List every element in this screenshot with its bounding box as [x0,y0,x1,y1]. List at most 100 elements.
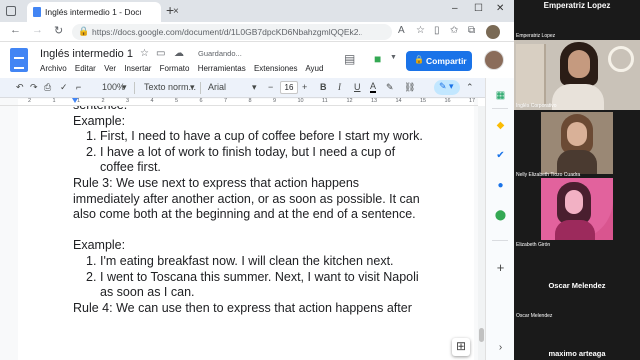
new-tab-button[interactable]: + [166,2,174,18]
maximize-icon[interactable]: ☐ [474,3,483,14]
participant-video-1[interactable] [514,40,640,110]
list-item-text[interactable]: I went to Toscana this summer. Next, I w… [100,270,419,301]
menu-formato[interactable]: Formato [160,64,190,73]
participant-video-3[interactable] [541,178,613,240]
document-canvas[interactable]: sentence.Example:1.First, I need to have… [0,106,478,360]
editing-mode-button[interactable]: ✎ ▾ [434,80,460,95]
style-select[interactable]: Texto norm... [144,82,196,92]
collapse-menus-icon[interactable]: ⌃ [466,82,474,93]
list-item-text[interactable]: I'm eating breakfast now. I will clean t… [100,254,413,270]
person-face [567,122,587,146]
lock-icon[interactable]: 🔒 [78,26,89,37]
document-body[interactable]: sentence.Example:1.First, I need to have… [73,106,423,317]
cloud-sync-icon[interactable]: ☁ [174,48,184,59]
browser-profile-avatar[interactable] [486,25,500,39]
close-window-icon[interactable]: ✕ [496,3,504,14]
bold-button[interactable]: B [320,82,327,92]
maps-icon[interactable]: ⬤ [493,208,508,223]
share-button[interactable]: 🔒 Compartir [406,51,472,71]
menu-archivo[interactable]: Archivo [40,64,67,73]
explore-button[interactable]: ⊞ [452,338,470,356]
forward-icon[interactable]: → [32,24,43,36]
highlight-icon[interactable]: ✎ [386,82,394,93]
list-number: 2. [86,144,97,159]
participant-video-2[interactable] [541,112,613,174]
vertical-scrollbar[interactable] [478,106,485,360]
paragraph-line[interactable]: also come both at the beginning and at t… [73,207,416,223]
menu-ver[interactable]: Ver [104,64,116,73]
insert-link-icon[interactable]: ⛓ [404,82,415,93]
chevron-down-icon[interactable]: ▾ [190,82,195,93]
url-field[interactable]: 🔒 https://docs.google.com/document/d/1L0… [72,24,392,40]
list-item-text[interactable]: I have a lot of work to finish today, bu… [100,145,413,176]
tasks-icon[interactable]: ✔ [493,148,508,163]
italic-button[interactable]: I [338,82,341,92]
reload-icon[interactable]: ↻ [54,24,63,37]
docs-logo-icon[interactable] [10,48,28,72]
paragraph-line[interactable]: Rule 3: We use next to express that acti… [73,176,413,192]
paragraph-line[interactable]: Rule 4: We can use then to express that … [73,301,413,317]
list-item[interactable]: 1. I'm eating breakfast now. I will clean… [73,254,413,270]
participant-name-large[interactable]: maximo arteaga [514,349,640,358]
menu-insertar[interactable]: Insertar [124,64,151,73]
decrease-size-button[interactable]: − [268,82,273,92]
favorites-icon[interactable]: ✩ [450,25,458,36]
spellcheck-icon[interactable]: ✓ [60,82,68,93]
list-item-line[interactable]: I went to Toscana this summer. Next, I w… [100,270,419,286]
comment-history-icon[interactable]: ▤ [344,52,355,66]
person-face [565,190,583,214]
undo-icon[interactable]: ↶ [16,82,24,93]
paint-format-icon[interactable]: ⌐ [76,82,81,92]
menu-ayuda[interactable]: Ayud [305,64,323,73]
list-item-line[interactable]: as soon as I can. [100,285,413,301]
paragraph-line[interactable]: Example: [73,114,413,130]
minimize-icon[interactable]: – [452,3,458,14]
list-item[interactable]: 2. I have a lot of work to finish today, … [73,145,413,176]
contacts-icon[interactable]: ● [493,178,508,193]
list-item-text[interactable]: First, I need to have a cup of coffee be… [100,129,423,145]
document-page[interactable]: sentence.Example:1.First, I need to have… [18,106,474,360]
collections-icon[interactable]: ⧉ [468,25,475,36]
keep-icon[interactable]: ◆ [493,118,508,133]
favorite-star-icon[interactable]: ☆ [416,25,425,36]
redo-icon[interactable]: ↷ [30,82,38,93]
chevron-down-icon[interactable]: ▾ [252,82,257,93]
hide-side-panel-icon[interactable]: › [493,340,508,355]
list-item-line[interactable]: First, I need to have a cup of coffee be… [100,129,423,145]
list-item[interactable]: 1. First, I need to have a cup of coffee … [73,129,423,145]
list-item-line[interactable]: coffee first. [100,160,413,176]
paragraph-line[interactable]: Example: [73,238,413,254]
document-title[interactable]: Inglés intermedio 1 [40,48,133,60]
participant-name-large[interactable]: Oscar Melendez [514,281,640,290]
empty-line[interactable] [73,223,413,239]
chevron-down-icon[interactable]: ▾ [122,82,127,93]
ruler[interactable]: 2 1 1 2 3 4 5 6 7 8 9 10 11 12 13 14 15 16 17 [0,98,478,106]
window-menu-icon[interactable] [6,6,16,16]
get-addons-icon[interactable]: + [493,260,508,275]
paragraph-line[interactable]: sentence. [73,106,413,114]
font-size-input[interactable]: 16 [280,81,298,94]
list-item-line[interactable]: I have a lot of work to finish today, bu… [100,145,413,161]
increase-size-button[interactable]: + [302,82,307,92]
menu-extensiones[interactable]: Extensiones [254,64,298,73]
browser-tab[interactable]: Inglés intermedio 1 - Document × [27,2,179,22]
meet-icon[interactable]: ■ [374,52,381,66]
font-select[interactable]: Arial [208,82,226,92]
scrollbar-thumb[interactable] [479,328,484,342]
read-aloud-icon[interactable]: A [398,25,405,36]
move-folder-icon[interactable]: ▭ [156,48,165,59]
menu-editar[interactable]: Editar [75,64,96,73]
text-color-button[interactable]: A [370,82,377,93]
paragraph-line[interactable]: immediately after another action, or as … [73,192,420,208]
split-screen-icon[interactable]: ▯ [434,25,440,36]
star-icon[interactable]: ☆ [140,48,149,59]
meet-dropdown-icon[interactable]: ▼ [390,54,397,61]
list-item[interactable]: 2. I went to Toscana this summer. Next, I… [73,270,419,301]
calendar-icon[interactable]: ▦ [493,88,508,103]
menu-herramientas[interactable]: Herramientas [198,64,246,73]
print-icon[interactable]: ⎙ [44,82,51,93]
back-icon[interactable]: ← [10,24,21,36]
underline-button[interactable]: U [354,82,361,92]
account-avatar[interactable] [484,50,504,70]
list-item-line[interactable]: I'm eating breakfast now. I will clean t… [100,254,413,270]
